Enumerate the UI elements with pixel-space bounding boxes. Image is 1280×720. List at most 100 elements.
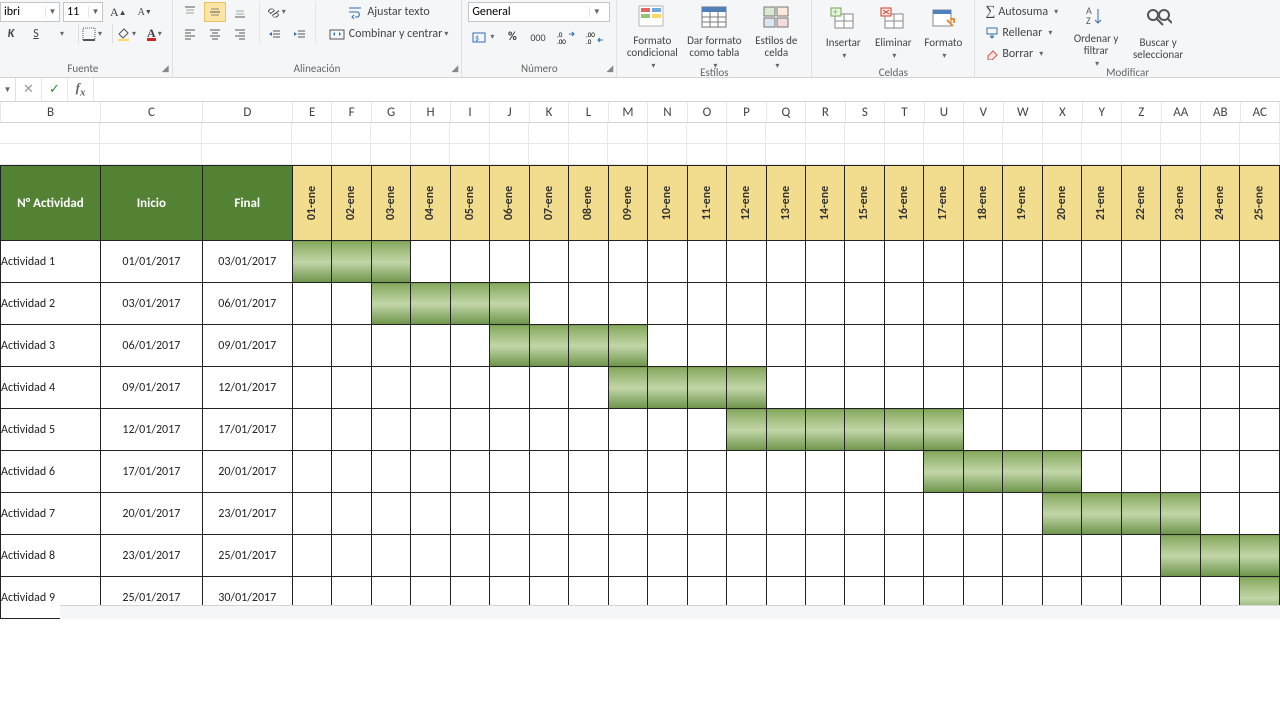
cell[interactable] bbox=[0, 123, 100, 143]
chevron-down-icon[interactable]: ▼ bbox=[88, 7, 102, 17]
gantt-cell[interactable] bbox=[1042, 325, 1081, 367]
header-end[interactable]: Final bbox=[202, 166, 292, 241]
gantt-cell[interactable] bbox=[292, 409, 331, 451]
cell[interactable] bbox=[885, 144, 925, 164]
gantt-cell[interactable] bbox=[569, 367, 608, 409]
gantt-cell[interactable] bbox=[806, 409, 845, 451]
gantt-cell[interactable] bbox=[766, 535, 805, 577]
gantt-cell[interactable] bbox=[292, 451, 331, 493]
gantt-cell[interactable] bbox=[1003, 241, 1042, 283]
cell-start[interactable]: 01/01/2017 bbox=[100, 241, 202, 283]
gantt-cell[interactable] bbox=[648, 325, 687, 367]
cell[interactable] bbox=[450, 123, 490, 143]
gantt-cell[interactable] bbox=[1003, 367, 1042, 409]
gantt-cell[interactable] bbox=[1121, 367, 1160, 409]
gantt-cell[interactable] bbox=[332, 535, 371, 577]
grid-row[interactable] bbox=[0, 123, 1280, 144]
cell[interactable] bbox=[490, 123, 530, 143]
font-color-button[interactable]: A ▾ bbox=[143, 24, 166, 44]
formula-input[interactable] bbox=[94, 78, 1280, 101]
gantt-cell[interactable] bbox=[490, 241, 529, 283]
wrap-text-button[interactable]: Ajustar texto bbox=[322, 2, 456, 22]
gantt-cell[interactable] bbox=[1082, 535, 1121, 577]
gantt-cell[interactable] bbox=[648, 535, 687, 577]
gantt-cell[interactable] bbox=[845, 535, 884, 577]
gantt-cell[interactable] bbox=[490, 283, 529, 325]
gantt-cell[interactable] bbox=[332, 325, 371, 367]
gantt-cell[interactable] bbox=[450, 493, 489, 535]
gantt-cell[interactable] bbox=[1161, 367, 1200, 409]
gantt-cell[interactable] bbox=[845, 283, 884, 325]
cell-end[interactable]: 12/01/2017 bbox=[202, 367, 292, 409]
font-name-combo[interactable]: ▼ bbox=[0, 2, 60, 22]
cell[interactable] bbox=[1240, 123, 1280, 143]
header-day[interactable]: 15-ene bbox=[845, 166, 884, 241]
cell-start[interactable]: 03/01/2017 bbox=[100, 283, 202, 325]
cell[interactable] bbox=[1122, 144, 1162, 164]
column-header[interactable]: C bbox=[101, 102, 203, 122]
gantt-cell[interactable] bbox=[687, 493, 726, 535]
gantt-cell[interactable] bbox=[292, 325, 331, 367]
cell[interactable] bbox=[964, 144, 1004, 164]
header-day[interactable]: 01-ene bbox=[292, 166, 331, 241]
cell[interactable] bbox=[371, 123, 411, 143]
gantt-cell[interactable] bbox=[371, 535, 410, 577]
gantt-cell[interactable] bbox=[450, 241, 489, 283]
cell[interactable] bbox=[1043, 123, 1083, 143]
header-activity[interactable]: N° Actividad bbox=[1, 166, 101, 241]
cell-activity[interactable]: Actividad 8 bbox=[1, 535, 101, 577]
gantt-cell[interactable] bbox=[648, 409, 687, 451]
header-start[interactable]: Inicio bbox=[100, 166, 202, 241]
cell[interactable] bbox=[1082, 123, 1122, 143]
cell[interactable] bbox=[924, 144, 964, 164]
column-header[interactable]: W bbox=[1004, 102, 1043, 122]
align-right-button[interactable] bbox=[229, 24, 251, 44]
underline-dropdown[interactable]: ▾ bbox=[50, 24, 72, 44]
cell-end[interactable]: 17/01/2017 bbox=[202, 409, 292, 451]
gantt-cell[interactable] bbox=[727, 409, 766, 451]
gantt-cell[interactable] bbox=[371, 367, 410, 409]
align-middle-button[interactable] bbox=[204, 2, 226, 22]
cell-start[interactable]: 09/01/2017 bbox=[100, 367, 202, 409]
align-bottom-button[interactable] bbox=[229, 2, 251, 22]
gantt-cell[interactable] bbox=[1161, 241, 1200, 283]
column-header[interactable]: E bbox=[293, 102, 332, 122]
gantt-cell[interactable] bbox=[608, 367, 647, 409]
cell[interactable] bbox=[806, 144, 846, 164]
gantt-cell[interactable] bbox=[490, 493, 529, 535]
gantt-cell[interactable] bbox=[648, 241, 687, 283]
confirm-entry-button[interactable]: ✓ bbox=[42, 78, 68, 101]
gantt-cell[interactable] bbox=[1121, 325, 1160, 367]
column-header[interactable]: U bbox=[925, 102, 964, 122]
gantt-cell[interactable] bbox=[766, 325, 805, 367]
header-day[interactable]: 21-ene bbox=[1082, 166, 1121, 241]
gantt-cell[interactable] bbox=[1121, 451, 1160, 493]
cell[interactable] bbox=[569, 144, 609, 164]
gantt-cell[interactable] bbox=[766, 451, 805, 493]
gantt-cell[interactable] bbox=[1121, 283, 1160, 325]
gantt-cell[interactable] bbox=[687, 241, 726, 283]
gantt-cell[interactable] bbox=[806, 493, 845, 535]
cell[interactable] bbox=[1201, 123, 1241, 143]
gantt-cell[interactable] bbox=[411, 409, 450, 451]
insert-button[interactable]: + Insertar▾ bbox=[818, 2, 868, 68]
column-header[interactable]: S bbox=[846, 102, 885, 122]
gantt-cell[interactable] bbox=[529, 283, 568, 325]
chevron-down-icon[interactable]: ▼ bbox=[45, 7, 59, 17]
gantt-cell[interactable] bbox=[924, 367, 963, 409]
grid-row[interactable] bbox=[0, 144, 1280, 165]
gantt-cell[interactable] bbox=[371, 325, 410, 367]
gantt-cell[interactable] bbox=[490, 451, 529, 493]
gantt-cell[interactable] bbox=[845, 241, 884, 283]
dialog-launcher-icon[interactable]: ◢ bbox=[162, 63, 169, 74]
format-as-table-button[interactable]: Dar formato como tabla▾ bbox=[681, 2, 747, 68]
gantt-cell[interactable] bbox=[411, 451, 450, 493]
table-row[interactable]: Actividad 306/01/201709/01/2017 bbox=[1, 325, 1280, 367]
gantt-cell[interactable] bbox=[1042, 451, 1081, 493]
header-day[interactable]: 16-ene bbox=[884, 166, 923, 241]
cell[interactable] bbox=[687, 123, 727, 143]
column-header[interactable]: H bbox=[411, 102, 450, 122]
gantt-cell[interactable] bbox=[648, 451, 687, 493]
gantt-cell[interactable] bbox=[1121, 241, 1160, 283]
gantt-cell[interactable] bbox=[687, 367, 726, 409]
